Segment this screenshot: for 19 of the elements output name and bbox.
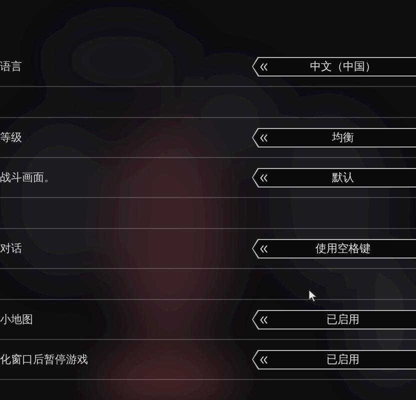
setting-label: 语言	[0, 59, 23, 74]
double-chevron-left-icon[interactable]	[260, 174, 268, 182]
setting-label: 化窗口后暂停游戏	[0, 352, 89, 367]
setting-label: 战斗画面。	[0, 170, 56, 185]
double-chevron-left-icon[interactable]	[260, 62, 268, 70]
cursor-icon	[309, 290, 317, 302]
double-chevron-left-icon[interactable]	[260, 316, 268, 324]
option-selector[interactable]: 已启用	[252, 350, 416, 370]
option-selector[interactable]: 默认	[252, 168, 416, 188]
option-selector[interactable]: 已启用	[252, 310, 416, 330]
setting-label: 对话	[0, 241, 23, 256]
setting-label: 小地图	[0, 312, 34, 327]
option-selector[interactable]: 均衡	[252, 128, 416, 148]
option-selector[interactable]: 使用空格键	[252, 238, 416, 258]
setting-label: 等级	[0, 130, 23, 145]
double-chevron-left-icon[interactable]	[260, 134, 268, 142]
double-chevron-left-icon[interactable]	[260, 244, 268, 252]
option-selector[interactable]: 中文（中国）	[252, 56, 416, 76]
double-chevron-left-icon[interactable]	[260, 356, 268, 364]
